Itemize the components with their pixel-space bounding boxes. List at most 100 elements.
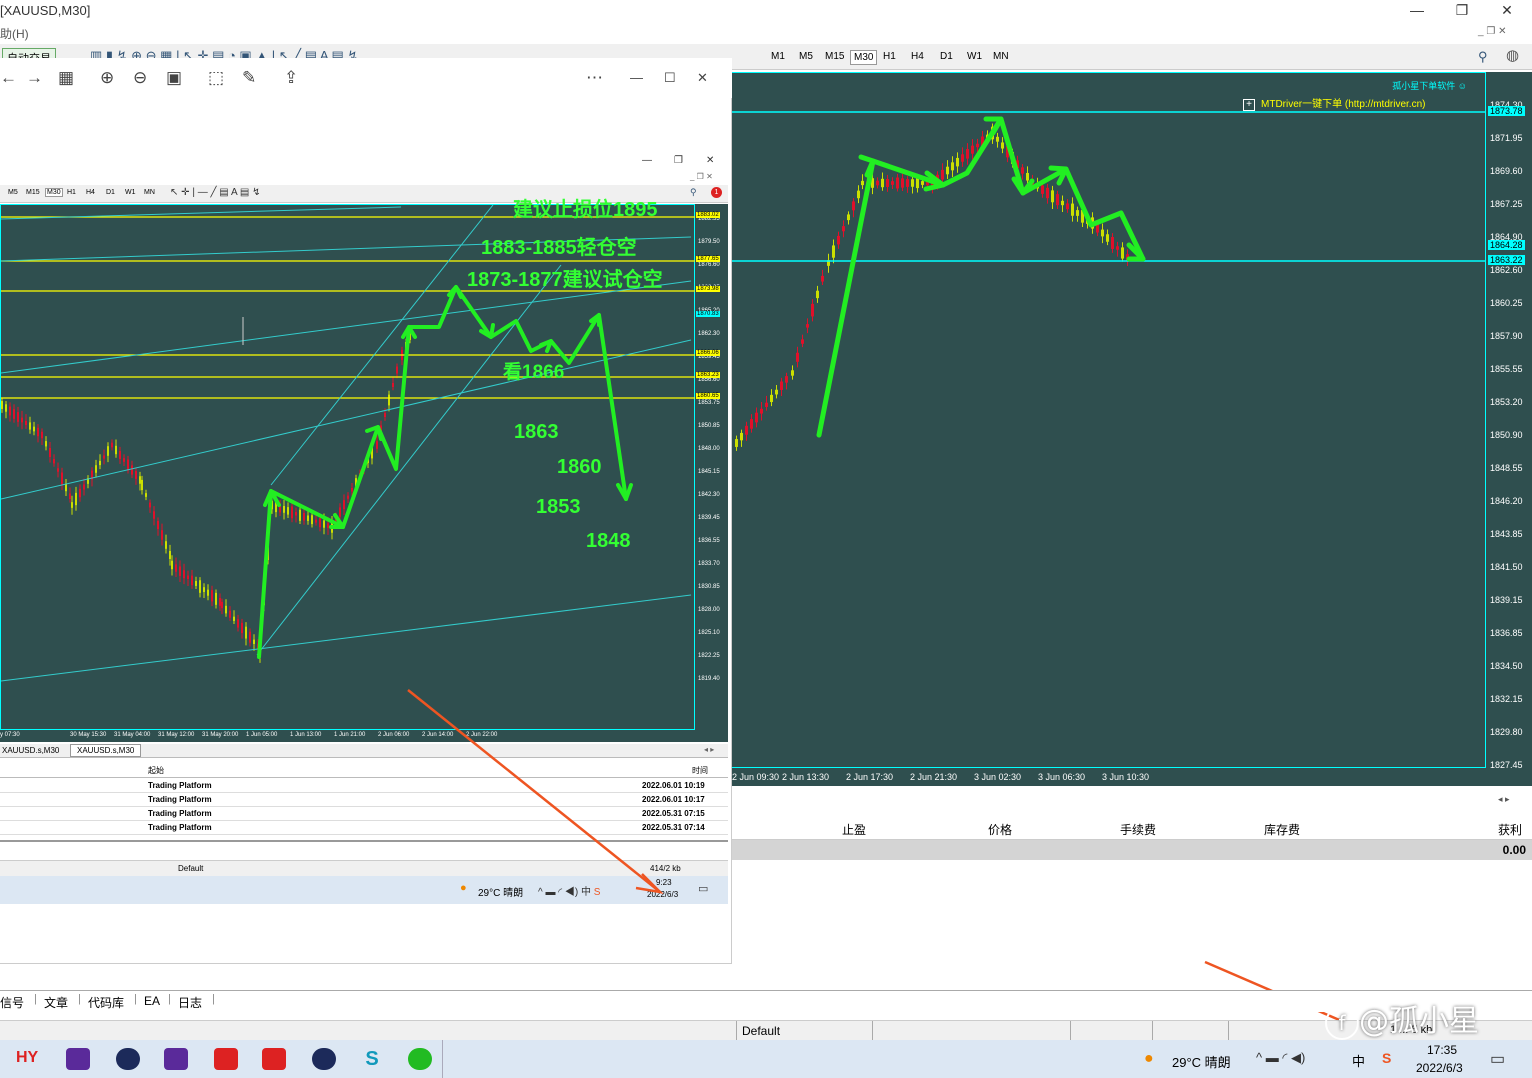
tf-h4[interactable]: H4 — [908, 50, 927, 63]
candle-body — [291, 506, 293, 519]
candle-body — [103, 455, 105, 459]
notification-icon[interactable]: ▭ — [1490, 1049, 1505, 1069]
scroll-arrows[interactable]: ◂ ▸ — [1498, 794, 1510, 805]
journal-source: Trading Platform — [148, 795, 212, 804]
candle-body — [169, 551, 171, 559]
col-profit[interactable]: 获利 — [1498, 821, 1522, 838]
tray-icons[interactable]: ^ ▬ ◜ ◀) — [1256, 1050, 1305, 1066]
grid-icon[interactable]: ▦ — [58, 68, 74, 88]
mtdriver-plugin-label[interactable]: + MTDriver一键下单 (http://mtdriver.cn) — [1243, 95, 1425, 111]
inner-tf-d1: D1 — [106, 189, 115, 196]
time-tick: 3 Jun 02:30 — [974, 772, 1022, 782]
inner-price-tag: 1877.65 — [696, 256, 720, 262]
acy-app-icon[interactable] — [116, 1048, 140, 1070]
cpt-app-icon-2[interactable] — [164, 1048, 188, 1070]
candle-body — [179, 566, 181, 576]
viewer-minimize-button[interactable]: — — [630, 70, 643, 85]
tab-ea[interactable]: EA — [144, 994, 160, 1008]
rotate-icon[interactable]: ⬚ — [208, 68, 224, 88]
s-app-icon[interactable]: S — [360, 1048, 384, 1070]
candle-body — [1001, 142, 1004, 149]
inner-price-tick: 1850.85 — [698, 423, 720, 429]
tab-signals[interactable]: 信号 — [0, 994, 24, 1011]
mdi-controls-icon[interactable]: _ ❐ ✕ — [1478, 26, 1506, 37]
candle-body — [1106, 234, 1109, 242]
acy-app-icon-2[interactable] — [312, 1048, 336, 1070]
tf-h1[interactable]: H1 — [880, 50, 899, 63]
inner-price-tag: 1863.23 — [696, 372, 720, 378]
col-price[interactable]: 价格 — [988, 821, 1012, 838]
zoom-out-icon[interactable]: ⊖ — [133, 68, 147, 88]
zoom-in-icon[interactable]: ⊕ — [100, 68, 114, 88]
cpt-app-icon[interactable] — [66, 1048, 90, 1070]
wps-app-icon-2[interactable] — [262, 1048, 286, 1070]
tab-articles[interactable]: 文章 — [44, 994, 68, 1011]
watermark-label: 孤小星下单软件 ☺ — [1392, 81, 1467, 91]
wechat-app-icon[interactable] — [408, 1048, 432, 1070]
edit-icon[interactable]: ✎ — [242, 68, 256, 88]
minimize-button[interactable]: — — [1405, 2, 1429, 20]
tf-mn[interactable]: MN — [990, 50, 1012, 63]
inner-price-tick: 1839.45 — [698, 515, 720, 521]
candle-body — [319, 518, 321, 528]
col-commission[interactable]: 手续费 — [1120, 821, 1156, 838]
journal-row: Trading Platform 2022.06.01 10:17 — [0, 793, 728, 807]
candle-body — [45, 441, 47, 447]
tf-w1[interactable]: W1 — [964, 50, 985, 63]
search-icon[interactable]: ⚲ — [1478, 49, 1488, 65]
inner-time-tick: 1 Jun 05:00 — [246, 732, 278, 738]
share-icon[interactable]: ⇪ — [284, 68, 298, 88]
settings-icon[interactable]: ◍ — [1506, 46, 1519, 64]
back-arrow-icon[interactable]: ← — [0, 68, 17, 88]
tab-journal[interactable]: 日志 — [178, 994, 202, 1011]
candle-body — [780, 381, 783, 390]
candle-body — [1051, 190, 1054, 203]
viewer-toolbar: ← → ▦ ⊕ ⊖ ▣ ⬚ ✎ ⇪ ⋯ — ☐ ✕ — [0, 58, 732, 98]
inner-tf-m5: M5 — [8, 189, 18, 196]
hy-app-icon[interactable]: HY — [16, 1049, 38, 1067]
menu-help[interactable]: 助(H) — [0, 25, 29, 42]
maximize-button[interactable]: ❐ — [1450, 2, 1474, 20]
sogou-icon[interactable]: S — [1382, 1050, 1391, 1066]
wps-app-icon[interactable] — [214, 1048, 238, 1070]
ime-indicator[interactable]: 中 — [1352, 1051, 1365, 1070]
candle-body — [153, 511, 155, 519]
close-button[interactable]: ✕ — [1495, 2, 1519, 20]
menu-bar: 助(H) _ ❐ ✕ — [0, 22, 1532, 42]
candle-body — [41, 431, 43, 439]
main-chart-canvas — [731, 111, 1487, 451]
candle-body — [351, 487, 353, 492]
candle-body — [896, 177, 899, 189]
fit-icon[interactable]: ▣ — [166, 68, 182, 88]
journal-row: Trading Platform 2022.05.31 07:14 — [0, 821, 728, 835]
tf-m1[interactable]: M1 — [768, 50, 788, 63]
candle-body — [339, 507, 341, 517]
col-swap[interactable]: 库存费 — [1264, 821, 1300, 838]
tab-codebase[interactable]: 代码库 — [88, 994, 124, 1011]
time-tick: 2 Jun 13:30 — [782, 772, 830, 782]
plus-icon[interactable]: + — [1243, 99, 1255, 111]
forward-arrow-icon[interactable]: → — [26, 68, 43, 88]
main-price-axis: 1874.30 1871.95 1869.60 1867.25 1864.90 1862.… — [1486, 72, 1532, 770]
candle-body — [229, 610, 231, 618]
tf-m5[interactable]: M5 — [796, 50, 816, 63]
candle-body — [161, 530, 163, 540]
clock-time[interactable]: 17:35 — [1427, 1043, 1457, 1057]
tf-d1[interactable]: D1 — [937, 50, 956, 63]
viewer-maximize-button[interactable]: ☐ — [664, 70, 676, 86]
col-takeprofit[interactable]: 止盈 — [842, 821, 866, 838]
weather-icon[interactable]: ● — [1144, 1050, 1154, 1068]
tf-m30[interactable]: M30 — [850, 50, 878, 65]
taskbar-weather[interactable]: 29°C 晴朗 — [1172, 1052, 1231, 1071]
candle-body — [735, 439, 738, 447]
candle-body — [886, 179, 889, 187]
candle-body — [175, 564, 177, 572]
candle-body — [881, 178, 884, 188]
clock-date[interactable]: 2022/6/3 — [1416, 1061, 1463, 1075]
viewer-close-button[interactable]: ✕ — [697, 70, 708, 86]
tf-m15[interactable]: M15 — [822, 50, 847, 63]
candle-body — [191, 575, 193, 586]
more-icon[interactable]: ⋯ — [586, 68, 603, 88]
main-chart[interactable]: 孤小星下单软件 ☺ + MTDriver一键下单 (http://mtdriver… — [730, 72, 1487, 768]
inner-mdi-icon: _ ❐ ✕ — [690, 172, 713, 181]
